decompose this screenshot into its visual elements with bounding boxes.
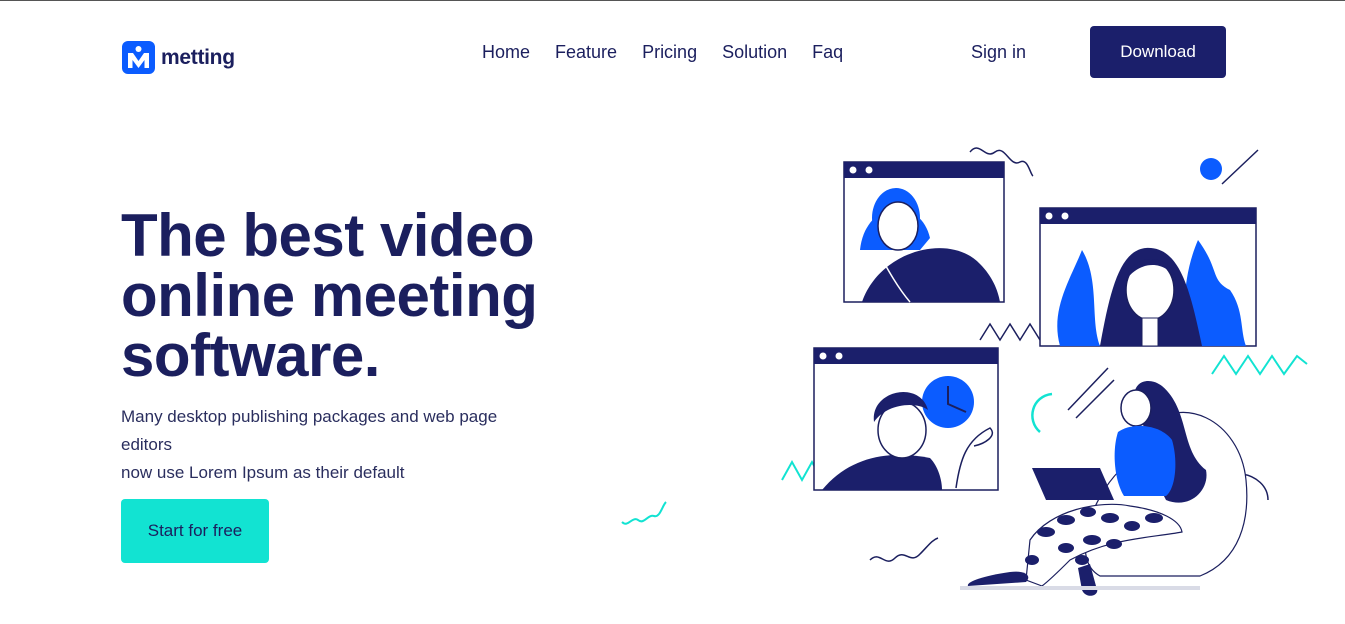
brand-logo[interactable]: metting	[122, 41, 235, 74]
hero-subtitle: Many desktop publishing packages and web…	[121, 403, 551, 487]
nav-item-feature[interactable]: Feature	[555, 41, 617, 63]
logo-mark-icon	[122, 41, 155, 74]
hero-title: The best video online meeting software.	[121, 202, 538, 389]
top-border	[0, 0, 1345, 1]
nav-item-faq[interactable]: Faq	[812, 41, 843, 63]
main-nav: Home Feature Pricing Solution Faq	[482, 41, 868, 63]
hero-subtitle-line: Many desktop publishing packages and web…	[121, 407, 498, 426]
hero-subtitle-line: now use Lorem Ipsum as their default	[121, 463, 405, 482]
download-button[interactable]: Download	[1090, 26, 1226, 78]
start-for-free-button[interactable]: Start for free	[121, 499, 269, 563]
nav-item-pricing[interactable]: Pricing	[642, 41, 697, 63]
squiggle-decoration-icon	[621, 501, 667, 525]
nav-item-home[interactable]: Home	[482, 41, 530, 63]
sign-in-link[interactable]: Sign in	[971, 41, 1026, 63]
video-meeting-illustration	[781, 147, 1308, 596]
brand-name: metting	[161, 45, 235, 69]
nav-item-solution[interactable]: Solution	[722, 41, 787, 63]
hero-subtitle-line: editors	[121, 435, 173, 454]
